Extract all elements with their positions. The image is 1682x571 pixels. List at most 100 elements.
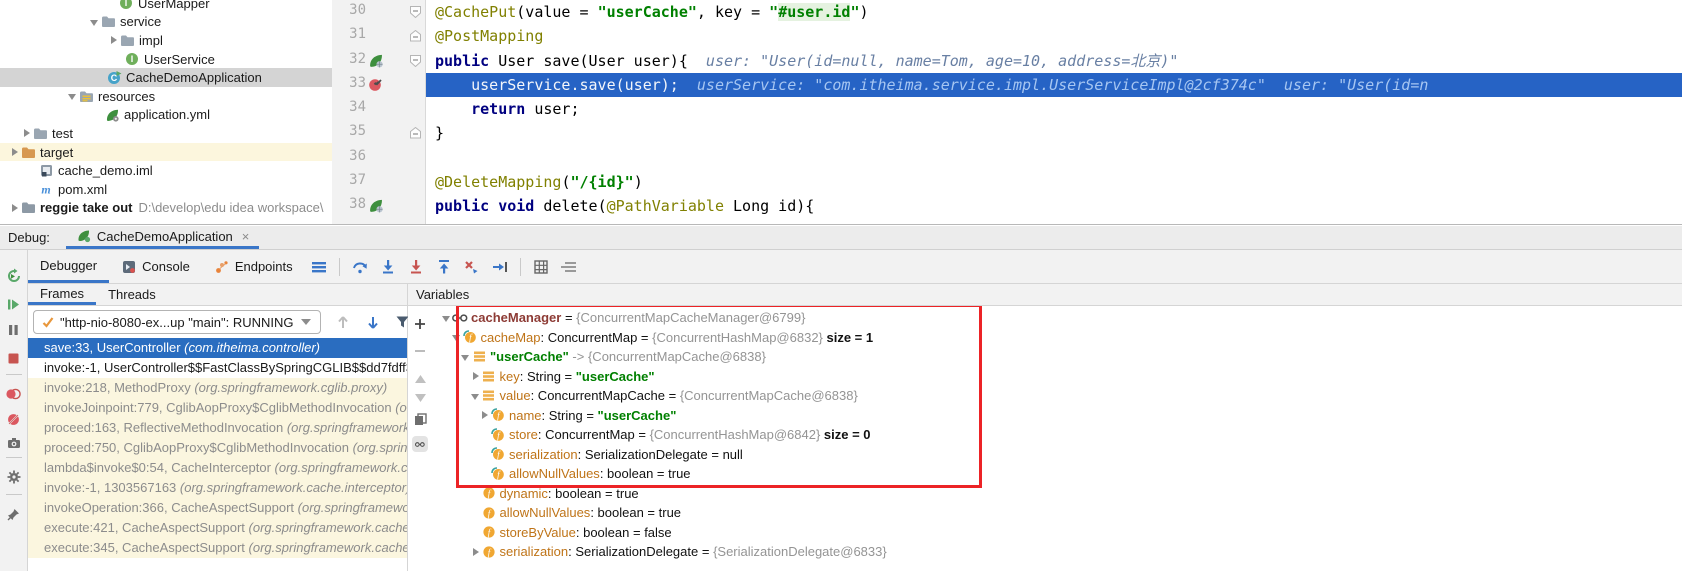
settings-icon[interactable] (6, 469, 22, 485)
tree-item-cachedemoapplication[interactable]: CCacheDemoApplication (0, 68, 332, 87)
variable-row[interactable]: fallowNullValues: boolean = true (432, 503, 1682, 523)
chevron-right-icon[interactable] (20, 127, 32, 139)
code-line-34[interactable]: return user; (426, 97, 1682, 121)
resume-icon[interactable] (6, 296, 22, 312)
pause-icon[interactable] (6, 322, 22, 338)
variable-row[interactable]: fstore: ConcurrentMap = {ConcurrentHashM… (432, 425, 1682, 445)
variable-row[interactable]: fcacheMap: ConcurrentMap = {ConcurrentHa… (432, 328, 1682, 348)
code-editor[interactable]: 303132333435363738 @CachePut(value = "us… (332, 0, 1682, 224)
frame-row[interactable]: execute:345, CacheAspectSupport (org.spr… (28, 538, 407, 558)
code-line-32[interactable]: public User save(User user){ user: "User… (426, 49, 1682, 73)
layout-settings-icon[interactable] (309, 257, 329, 277)
camera-icon[interactable] (6, 435, 22, 451)
variable-row[interactable]: fallowNullValues: boolean = true (432, 464, 1682, 484)
code-line-30[interactable]: @CachePut(value = "userCache", key = "#u… (426, 0, 1682, 24)
debug-session-tab[interactable]: CacheDemoApplication × (66, 226, 259, 249)
tree-item-service[interactable]: service (0, 13, 332, 32)
variable-row[interactable]: fname: String = "userCache" (432, 406, 1682, 426)
frame-row[interactable]: proceed:750, CglibAopProxy$CglibMethodIn… (28, 438, 407, 458)
editor-code[interactable]: @CachePut(value = "userCache", key = "#u… (426, 0, 1682, 224)
tree-item-cache-demo-iml[interactable]: cache_demo.iml (0, 161, 332, 180)
tab-debugger[interactable]: Debugger (28, 250, 109, 283)
variable-row[interactable]: fdynamic: boolean = true (432, 484, 1682, 504)
frame-row[interactable]: invoke:218, MethodProxy (org.springframe… (28, 378, 407, 398)
frame-row[interactable]: invokeJoinpoint:779, CglibAopProxy$Cglib… (28, 398, 407, 418)
variable-row[interactable]: fstoreByValue: boolean = false (432, 523, 1682, 543)
add-watch-icon[interactable] (412, 316, 428, 332)
chevron-down-icon[interactable] (88, 16, 100, 28)
view-breakpoints-icon[interactable] (6, 386, 22, 402)
remove-watch-icon[interactable] (412, 343, 428, 359)
step-over-icon[interactable] (350, 257, 370, 277)
chevron-down-icon[interactable] (469, 390, 481, 402)
frame-row[interactable]: proceed:163, ReflectiveMethodInvocation … (28, 418, 407, 438)
code-line-35[interactable]: } (426, 121, 1682, 145)
rerun-debug-icon[interactable] (6, 268, 22, 284)
tab-console[interactable]: Console (109, 250, 202, 283)
fold-marker-icon[interactable] (410, 5, 421, 23)
chevron-down-icon[interactable] (459, 351, 471, 363)
fold-marker-icon[interactable] (410, 126, 421, 144)
tree-item-test[interactable]: test (0, 124, 332, 143)
chevron-right-icon[interactable] (8, 202, 20, 214)
tree-item-userservice[interactable]: IUserService (0, 50, 332, 69)
frame-down-icon[interactable] (365, 314, 381, 330)
fold-marker-icon[interactable] (410, 29, 421, 47)
tab-threads[interactable]: Threads (96, 284, 168, 305)
chevron-right-icon[interactable] (107, 34, 119, 46)
chevron-right-icon[interactable] (469, 370, 481, 382)
tree-item-pom-xml[interactable]: mpom.xml (0, 180, 332, 199)
tree-item-resources[interactable]: resources (0, 87, 332, 106)
frame-row[interactable]: invoke:-1, UserController$$FastClassBySp… (28, 358, 407, 378)
tree-item-application-yml[interactable]: application.yml (0, 106, 332, 125)
frame-up-icon[interactable] (335, 314, 351, 330)
code-line-33[interactable]: userService.save(user); userService: "co… (426, 73, 1682, 97)
chevron-right-icon[interactable] (469, 546, 481, 558)
chevron-right-icon[interactable] (478, 409, 490, 421)
run-to-cursor-icon[interactable] (490, 257, 510, 277)
step-into-icon[interactable] (378, 257, 398, 277)
variable-row[interactable]: "userCache" -> {ConcurrentMapCache@6838} (432, 347, 1682, 367)
chevron-down-icon[interactable] (440, 312, 452, 324)
tree-item-usermapper[interactable]: IUserMapper (0, 0, 332, 13)
duplicate-watch-icon[interactable] (412, 411, 428, 427)
mute-breakpoints-icon[interactable] (6, 411, 22, 427)
tree-item-reggie-take-out[interactable]: reggie take outD:\develop\edu idea works… (0, 199, 332, 218)
chevron-down-icon[interactable] (450, 331, 462, 343)
move-up-icon[interactable] (412, 371, 428, 387)
fold-marker-icon[interactable] (410, 54, 421, 72)
step-out-icon[interactable] (434, 257, 454, 277)
code-line-37[interactable]: @DeleteMapping("/{id}") (426, 170, 1682, 194)
thread-selector[interactable]: "http-nio-8080-ex...up "main": RUNNING (33, 310, 321, 334)
frame-row[interactable]: execute:421, CacheAspectSupport (org.spr… (28, 518, 407, 538)
tree-item-impl[interactable]: impl (0, 31, 332, 50)
frame-row[interactable]: save:33, UserController (com.itheima.con… (28, 338, 407, 358)
variable-row[interactable]: fserialization: SerializationDelegate = … (432, 542, 1682, 562)
breakpoint-verified-icon[interactable] (368, 77, 384, 97)
close-icon[interactable]: × (242, 229, 250, 244)
frame-row[interactable]: lambda$invoke$0:54, CacheInterceptor (or… (28, 458, 407, 478)
tab-endpoints[interactable]: Endpoints (202, 250, 305, 283)
pin-icon[interactable] (6, 506, 22, 522)
spring-bean-icon[interactable] (368, 53, 383, 73)
tab-frames[interactable]: Frames (28, 284, 96, 305)
move-down-icon[interactable] (412, 390, 428, 406)
variable-row[interactable]: value: ConcurrentMapCache = {ConcurrentM… (432, 386, 1682, 406)
variable-row[interactable]: key: String = "userCache" (432, 367, 1682, 387)
force-step-into-icon[interactable] (406, 257, 426, 277)
show-watches-icon[interactable] (412, 436, 428, 452)
code-line-36[interactable] (426, 146, 1682, 170)
chevron-right-icon[interactable] (8, 146, 20, 158)
code-line-31[interactable]: @PostMapping (426, 24, 1682, 48)
frame-row[interactable]: invokeOperation:366, CacheAspectSupport … (28, 498, 407, 518)
horizontal-lines-icon[interactable] (559, 257, 579, 277)
code-line-38[interactable]: public void delete(@PathVariable Long id… (426, 194, 1682, 218)
stop-icon[interactable] (6, 350, 22, 366)
chevron-down-icon[interactable] (66, 90, 78, 102)
tree-item-target[interactable]: target (0, 143, 332, 162)
drop-frame-icon[interactable] (462, 257, 482, 277)
grid-view-icon[interactable] (531, 257, 551, 277)
spring-bean-icon[interactable] (368, 198, 383, 218)
variable-row[interactable]: fserialization: SerializationDelegate = … (432, 445, 1682, 465)
frame-row[interactable]: invoke:-1, 1303567163 (org.springframewo… (28, 478, 407, 498)
